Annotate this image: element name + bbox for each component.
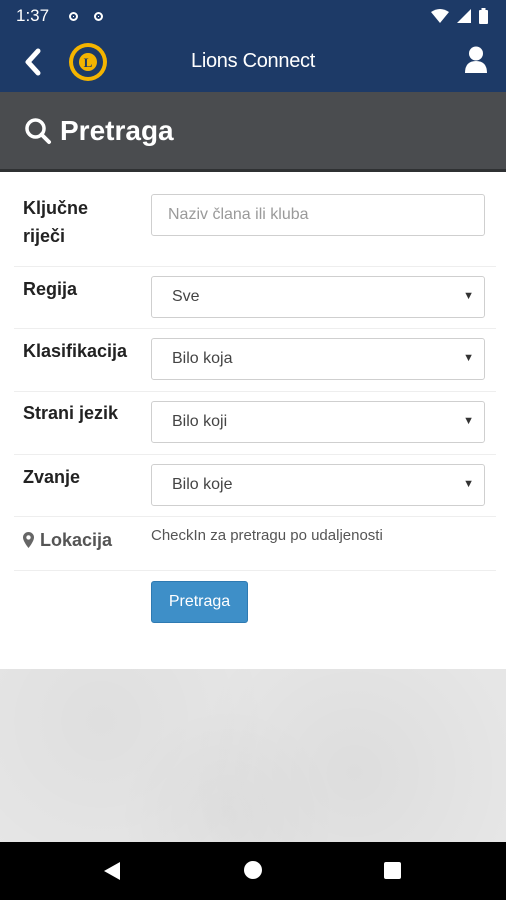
- caret-down-icon: ▼: [463, 478, 474, 490]
- title-label: Zvanje: [23, 467, 81, 487]
- title-selected-value: Bilo koje: [172, 476, 233, 493]
- user-icon[interactable]: [464, 45, 488, 75]
- classification-selected-value: Bilo koja: [172, 350, 233, 367]
- location-row: Lokacija CheckIn za pretragu po udaljeno…: [14, 516, 496, 571]
- page-header: Pretraga: [0, 92, 506, 172]
- notification-icon: [94, 11, 104, 21]
- search-form: Ključne riječi Regija Sve ▼ Klasifikacij…: [0, 172, 506, 669]
- language-row: Strani jezik Bilo koji ▼: [14, 391, 496, 455]
- language-select[interactable]: Bilo koji ▼: [151, 401, 485, 443]
- home-circle-icon[interactable]: [244, 861, 262, 879]
- map-marker-icon: [23, 532, 34, 548]
- background-texture: [0, 669, 506, 842]
- caret-down-icon: ▼: [463, 352, 474, 364]
- keywords-label: Ključne riječi: [23, 198, 89, 246]
- app-bar: L Lions Connect: [0, 32, 506, 92]
- status-time: 1:37: [16, 6, 50, 25]
- classification-label: Klasifikacija: [23, 341, 128, 361]
- language-label: Strani jezik: [23, 403, 119, 423]
- status-bar: 1:37: [0, 0, 506, 32]
- search-button[interactable]: Pretraga: [151, 581, 248, 623]
- status-right: [431, 8, 488, 24]
- keywords-row: Ključne riječi: [14, 172, 496, 267]
- caret-down-icon: ▼: [463, 415, 474, 427]
- region-row: Regija Sve ▼: [14, 266, 496, 329]
- location-label: Lokacija: [40, 530, 113, 550]
- region-select[interactable]: Sve ▼: [151, 276, 485, 318]
- language-selected-value: Bilo koji: [172, 413, 228, 430]
- classification-row: Klasifikacija Bilo koja ▼: [14, 328, 496, 392]
- search-icon: [25, 117, 51, 144]
- page-title: Pretraga: [60, 114, 174, 146]
- app-title: Lions Connect: [191, 50, 315, 72]
- region-selected-value: Sve: [172, 288, 200, 305]
- keywords-input[interactable]: [151, 194, 485, 236]
- back-triangle-icon[interactable]: [103, 861, 121, 881]
- system-nav-bar: [0, 842, 506, 900]
- title-row: Zvanje Bilo koje ▼: [14, 454, 496, 517]
- battery-icon: [479, 8, 488, 24]
- wifi-icon: [431, 9, 449, 23]
- status-notifications: [69, 11, 104, 21]
- recents-square-icon[interactable]: [384, 862, 401, 879]
- location-checkin-text[interactable]: CheckIn za pretragu po udaljenosti: [151, 527, 383, 544]
- signal-icon: [457, 9, 471, 23]
- title-select[interactable]: Bilo koje ▼: [151, 464, 485, 506]
- region-label: Regija: [23, 279, 78, 299]
- notification-icon: [69, 11, 79, 21]
- classification-select[interactable]: Bilo koja ▼: [151, 338, 485, 380]
- location-label-group: Lokacija: [23, 526, 112, 554]
- caret-down-icon: ▼: [463, 290, 474, 302]
